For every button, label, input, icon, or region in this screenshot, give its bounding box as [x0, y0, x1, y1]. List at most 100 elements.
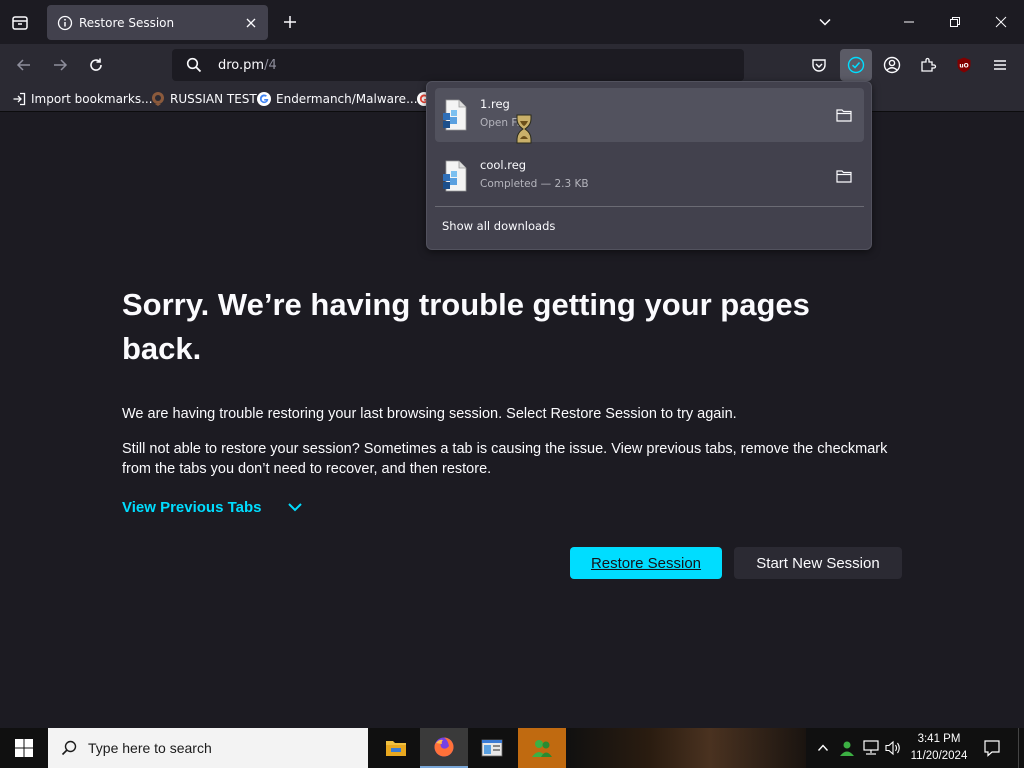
url-text: dro.pm/4: [218, 58, 277, 73]
extensions-button[interactable]: [912, 49, 944, 81]
show-desktop-button[interactable]: [1018, 728, 1024, 768]
bookmark-label: RUSSIAN TEST: [170, 92, 257, 106]
user-tray-button[interactable]: [836, 728, 858, 768]
downloads-button[interactable]: [840, 49, 872, 81]
restore-window-icon: [950, 17, 960, 27]
taskbar-search-box[interactable]: Type here to search: [48, 728, 368, 768]
downloads-panel: 1.reg Open File cool.reg Completed — 2.3…: [426, 81, 872, 250]
show-all-downloads-link[interactable]: Show all downloads: [442, 219, 555, 233]
url-host: dro.pm: [218, 57, 265, 73]
download-item[interactable]: 1.reg Open File: [435, 88, 864, 142]
reload-button[interactable]: [82, 51, 110, 79]
bookmark-favicon-icon: [150, 91, 166, 107]
ublock-origin-button[interactable]: uO: [948, 49, 980, 81]
speaker-icon: [885, 740, 900, 756]
svg-text:uO: uO: [959, 63, 968, 70]
menu-button[interactable]: [984, 49, 1016, 81]
network-icon: [863, 740, 879, 755]
view-previous-tabs-label: View Previous Tabs: [122, 498, 262, 516]
clock-time: 3:41 PM: [917, 733, 961, 745]
user-accounts-taskbar-button[interactable]: [518, 728, 566, 768]
plus-icon: [284, 16, 296, 28]
restore-window-button[interactable]: [932, 0, 978, 44]
action-center-button[interactable]: [976, 728, 1008, 768]
start-new-session-label: Start New Session: [756, 554, 880, 572]
registry-file-icon: [443, 160, 467, 192]
bookmark-label: Endermanch/Malware...: [276, 92, 418, 106]
back-button[interactable]: [10, 51, 38, 79]
account-button[interactable]: [876, 49, 908, 81]
start-button[interactable]: [0, 728, 48, 768]
forward-arrow-icon: [54, 59, 68, 71]
network-button[interactable]: [860, 728, 882, 768]
bookmark-import[interactable]: Import bookmarks...: [11, 90, 153, 108]
tab-title: Restore Session: [79, 15, 175, 30]
busy-cursor-icon: [516, 114, 532, 144]
firefox-icon: [434, 737, 454, 757]
download-filename: cool.reg: [480, 158, 527, 172]
volume-button[interactable]: [882, 728, 904, 768]
search-icon: [185, 56, 203, 74]
import-icon: [11, 91, 27, 107]
help-paragraph: Still not able to restore your session? …: [122, 441, 888, 477]
hamburger-menu-icon: [994, 60, 1006, 70]
view-previous-tabs-toggle[interactable]: View Previous Tabs: [122, 498, 304, 516]
page-heading: Sorry. We’re having trouble getting your…: [122, 287, 810, 366]
windows-taskbar: Type here to search 3:41 PM 11/20/2024: [0, 728, 1024, 768]
folder-icon[interactable]: [834, 166, 854, 186]
tab-restore-session[interactable]: Restore Session: [47, 5, 268, 40]
folder-icon: [386, 741, 406, 756]
info-icon: [57, 15, 73, 31]
tab-strip: Restore Session: [0, 0, 1024, 44]
firefox-view-button[interactable]: [6, 9, 34, 37]
restore-session-button[interactable]: Restore Session: [570, 547, 722, 579]
start-new-session-button[interactable]: Start New Session: [734, 547, 902, 579]
bookmark-label: Import bookmarks...: [31, 92, 153, 106]
reload-icon: [90, 58, 102, 71]
forward-button[interactable]: [46, 51, 74, 79]
folder-icon[interactable]: [834, 105, 854, 125]
bookmark-russian-test[interactable]: RUSSIAN TEST: [150, 90, 257, 108]
firefox-view-icon: [12, 16, 28, 30]
download-item[interactable]: cool.reg Completed — 2.3 KB: [435, 149, 864, 203]
user-tray-icon: [840, 741, 854, 756]
minimize-icon: [904, 21, 914, 23]
description-paragraph: We are having trouble restoring your las…: [122, 406, 737, 422]
url-bar[interactable]: dro.pm/4: [172, 49, 744, 81]
file-explorer-taskbar-button[interactable]: [372, 728, 420, 768]
firefox-taskbar-button[interactable]: [420, 728, 468, 768]
new-tab-button[interactable]: [279, 11, 301, 33]
taskbar-search-placeholder: Type here to search: [88, 740, 212, 756]
bookmark-endermanch[interactable]: Endermanch/Malware...: [256, 90, 418, 108]
show-hidden-icons-button[interactable]: [814, 728, 832, 768]
minimize-button[interactable]: [886, 0, 932, 44]
download-filename: 1.reg: [480, 97, 510, 111]
url-path: /4: [264, 57, 277, 73]
google-icon: [256, 91, 272, 107]
panel-divider: [435, 206, 864, 207]
taskbar-background: [566, 728, 806, 768]
list-all-tabs-button[interactable]: [814, 11, 836, 33]
clock-date: 11/20/2024: [910, 750, 968, 762]
chevron-up-icon: [817, 744, 829, 751]
back-arrow-icon: [16, 59, 30, 71]
chevron-down-icon: [819, 18, 831, 26]
chevron-down-icon: [286, 498, 304, 516]
registry-file-icon: [443, 99, 467, 131]
ublock-shield-icon: uO: [957, 57, 971, 73]
navigation-toolbar: dro.pm/4 uO: [0, 44, 1024, 86]
users-icon: [532, 740, 552, 757]
notification-icon: [984, 740, 1000, 757]
close-icon: [995, 16, 1007, 28]
download-status: Completed — 2.3 KB: [480, 178, 589, 190]
close-window-button[interactable]: [978, 0, 1024, 44]
clock[interactable]: 3:41 PM 11/20/2024: [902, 731, 976, 765]
windows-logo-icon: [15, 739, 33, 757]
close-tab-icon[interactable]: [241, 13, 261, 33]
puzzle-icon: [921, 57, 937, 72]
search-icon: [60, 739, 78, 757]
download-complete-icon: [847, 56, 865, 74]
app-taskbar-button[interactable]: [468, 728, 516, 768]
account-icon: [883, 56, 901, 74]
pocket-button[interactable]: [803, 49, 835, 81]
